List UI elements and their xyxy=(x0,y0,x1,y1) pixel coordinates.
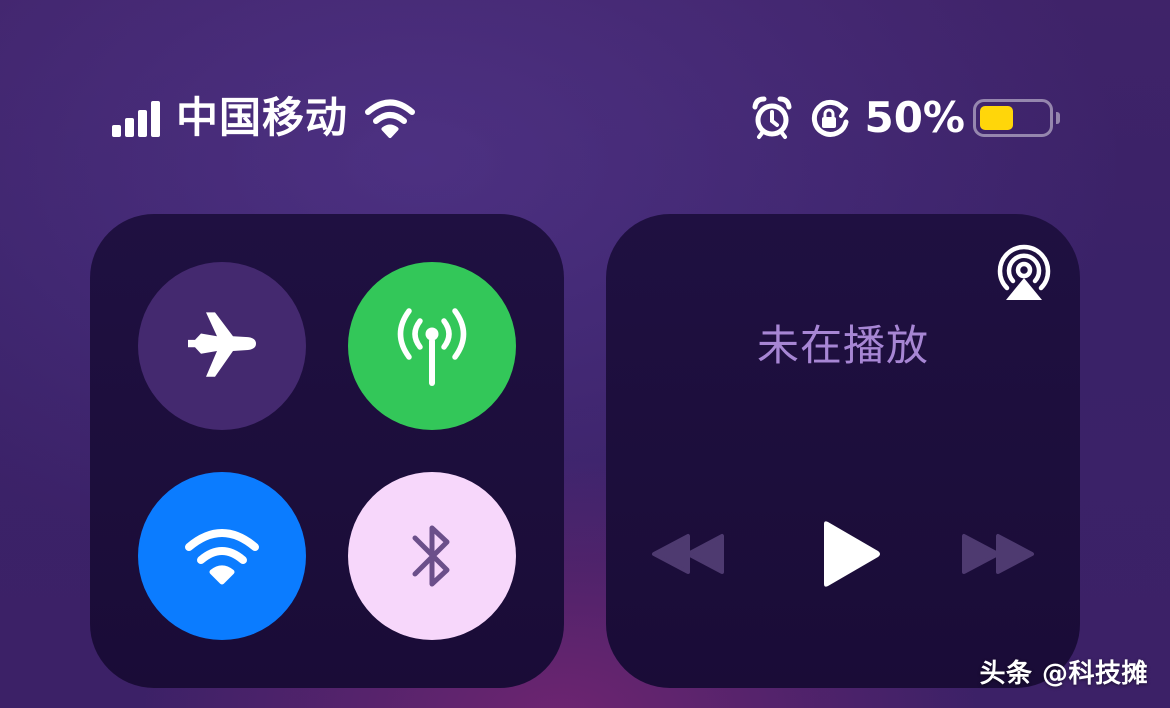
airplay-audio-icon[interactable] xyxy=(992,240,1056,304)
status-bar-right: 50% xyxy=(752,88,1060,148)
play-icon[interactable] xyxy=(814,518,884,590)
bluetooth-icon xyxy=(412,525,450,587)
alarm-icon xyxy=(752,96,792,139)
rewind-icon[interactable] xyxy=(650,532,726,576)
wifi-toggle[interactable] xyxy=(138,472,306,640)
status-bar: 中国移动 50% xyxy=(0,88,1170,148)
battery-cap xyxy=(1056,112,1060,124)
airplane-icon xyxy=(188,312,256,377)
cellular-data-toggle[interactable] xyxy=(348,262,516,430)
airplane-mode-toggle[interactable] xyxy=(138,262,306,430)
now-playing-status: 未在播放 xyxy=(756,321,929,370)
status-bar-left: 中国移动 xyxy=(112,88,416,148)
carrier-name: 中国移动 xyxy=(176,93,349,142)
watermark: 头条 @科技摊 xyxy=(979,659,1148,689)
fast-forward-icon[interactable] xyxy=(960,532,1036,576)
cellular-signal-icon xyxy=(112,99,160,137)
antenna-icon xyxy=(397,308,467,386)
connectivity-panel xyxy=(90,214,564,688)
bluetooth-toggle[interactable] xyxy=(348,472,516,640)
rotation-lock-icon xyxy=(812,99,849,137)
wifi-icon xyxy=(365,99,416,138)
now-playing-panel: 未在播放 xyxy=(606,214,1080,688)
playback-controls xyxy=(606,514,1080,594)
wifi-icon xyxy=(185,529,259,585)
battery-percentage: 50% xyxy=(864,93,965,142)
battery-level-fill xyxy=(980,106,1013,130)
battery-icon xyxy=(973,99,1053,137)
